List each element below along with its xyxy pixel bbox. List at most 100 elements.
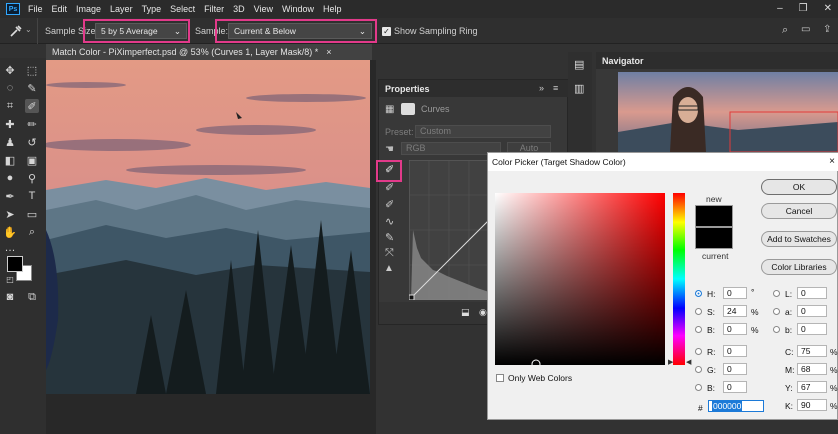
cancel-button[interactable]: Cancel [761, 203, 837, 219]
path-selection-tool-icon[interactable]: ➤ [3, 207, 17, 221]
search-icon[interactable]: ⌕ [782, 24, 788, 37]
menu-type[interactable]: Type [142, 4, 162, 14]
menu-edit[interactable]: Edit [52, 4, 68, 14]
minimize-icon[interactable]: – [777, 3, 783, 14]
document-tab[interactable]: Match Color - PiXimperfect.psd @ 53% (Cu… [46, 44, 372, 60]
panel-menu-icon[interactable]: ≡ [553, 83, 558, 93]
ok-button[interactable]: OK [761, 179, 837, 195]
target-adjust-icon[interactable]: ☚ [385, 144, 394, 155]
preset-dropdown[interactable]: Custom [415, 125, 551, 138]
blue-field[interactable]: 0 [723, 381, 747, 393]
red-field[interactable]: 0 [723, 345, 747, 357]
menu-view[interactable]: View [254, 4, 273, 14]
key-field[interactable]: 90 [797, 399, 827, 411]
move-tool-icon[interactable]: ✥ [3, 63, 17, 77]
curves-graph[interactable] [409, 160, 489, 300]
history-panel-icon[interactable]: ▤ [574, 58, 584, 71]
brightness-radio[interactable] [695, 326, 702, 333]
menu-image[interactable]: Image [76, 4, 101, 14]
menu-help[interactable]: Help [323, 4, 342, 14]
current-color-swatch[interactable] [695, 227, 733, 249]
restore-icon[interactable]: ❐ [799, 3, 808, 14]
gradient-tool-icon[interactable]: ▣ [25, 153, 39, 167]
hue-slider-right-arrow-icon[interactable]: ◀ [686, 358, 691, 366]
eraser-tool-icon[interactable]: ◧ [3, 153, 17, 167]
view-previous-icon[interactable]: ◉ [479, 307, 487, 318]
lab-b-field[interactable]: 0 [797, 323, 827, 335]
red-radio[interactable] [695, 348, 702, 355]
pencil-icon[interactable]: ✎ [385, 231, 394, 244]
highlight-eyedropper-icon[interactable]: ✐ [385, 198, 394, 211]
hue-radio[interactable] [695, 290, 702, 297]
brightness-field[interactable]: 0 [723, 323, 747, 335]
menu-select[interactable]: Select [170, 4, 195, 14]
yellow-field[interactable]: 67 [797, 381, 827, 393]
rectangle-tool-icon[interactable]: ▭ [25, 207, 39, 221]
clip-to-layer-icon[interactable]: ⬓ [461, 307, 470, 318]
add-to-swatches-button[interactable]: Add to Swatches [761, 231, 837, 247]
midtone-eyedropper-icon[interactable]: ✐ [385, 181, 394, 194]
blue-radio[interactable] [695, 384, 702, 391]
hex-field[interactable]: 000000 [708, 400, 764, 412]
lab-l-field[interactable]: 0 [797, 287, 827, 299]
menu-3d[interactable]: 3D [233, 4, 245, 14]
screen-mode-icon[interactable]: ⧉ [25, 290, 39, 304]
menu-filter[interactable]: Filter [204, 4, 224, 14]
sample-dropdown[interactable]: Current & Below ⌄ [228, 23, 372, 39]
quick-select-tool-icon[interactable]: ✎ [25, 81, 39, 95]
dodge-tool-icon[interactable]: ⚲ [25, 171, 39, 185]
menu-window[interactable]: Window [282, 4, 314, 14]
more-tools-icon[interactable]: … [3, 241, 17, 255]
marquee-tool-icon[interactable]: ⬚ [25, 63, 39, 77]
curve-edit-icon[interactable]: ∿ [385, 215, 394, 228]
info-panel-icon[interactable]: ▥ [574, 82, 584, 95]
green-field[interactable]: 0 [723, 363, 747, 375]
mask-icon[interactable] [401, 103, 415, 115]
lab-a-radio[interactable] [773, 308, 780, 315]
default-colors-icon[interactable]: ◰ [3, 272, 17, 286]
green-radio[interactable] [695, 366, 702, 373]
workspace-icon[interactable]: ▭ [801, 24, 810, 35]
properties-title[interactable]: Properties [385, 84, 430, 94]
quick-mask-icon[interactable]: ◙ [3, 290, 17, 304]
crop-tool-icon[interactable]: ⌗ [3, 99, 17, 113]
share-icon[interactable]: ⇪ [823, 24, 831, 35]
lab-a-field[interactable]: 0 [797, 305, 827, 317]
lasso-tool-icon[interactable]: ◌ [3, 81, 17, 95]
hue-field[interactable]: 0 [723, 287, 747, 299]
hue-slider[interactable] [673, 193, 685, 365]
close-dialog-icon[interactable]: × [829, 156, 835, 167]
healing-brush-tool-icon[interactable]: ✚ [3, 117, 17, 131]
foreground-color-swatch-top[interactable] [7, 256, 23, 272]
show-sampling-ring-checkbox[interactable]: ✓ [382, 27, 391, 36]
hue-slider-left-arrow-icon[interactable]: ▶ [668, 358, 673, 366]
history-brush-tool-icon[interactable]: ↺ [25, 135, 39, 149]
saturation-brightness-field[interactable] [495, 193, 665, 365]
menu-layer[interactable]: Layer [110, 4, 133, 14]
saturation-radio[interactable] [695, 308, 702, 315]
collapse-icon[interactable]: » [539, 83, 544, 93]
smooth-icon[interactable]: ⤧ [385, 247, 394, 260]
hand-tool-icon[interactable]: ✋ [3, 225, 17, 239]
eyedropper-tool-icon[interactable]: ✐ [25, 99, 39, 113]
zoom-tool-icon[interactable]: ⌕ [25, 225, 39, 239]
pen-tool-icon[interactable]: ✒ [3, 189, 17, 203]
navigator-title[interactable]: Navigator [602, 56, 644, 66]
lab-b-radio[interactable] [773, 326, 780, 333]
lab-l-radio[interactable] [773, 290, 780, 297]
clipping-warning-icon[interactable]: ▲ [384, 263, 394, 274]
close-window-icon[interactable]: ✕ [824, 3, 832, 14]
type-tool-icon[interactable]: T [25, 189, 39, 203]
cyan-field[interactable]: 75 [797, 345, 827, 357]
brush-tool-icon[interactable]: ✏ [25, 117, 39, 131]
only-web-colors-checkbox[interactable] [496, 374, 504, 382]
channel-dropdown[interactable]: RGB [401, 142, 501, 155]
saturation-field[interactable]: 24 [723, 305, 747, 317]
magenta-field[interactable]: 68 [797, 363, 827, 375]
document-canvas[interactable] [46, 60, 370, 394]
blur-tool-icon[interactable]: ● [3, 171, 17, 185]
tool-preset-chevron-icon[interactable]: ⌄ [25, 25, 32, 34]
shadow-eyedropper-icon[interactable]: ✐ [385, 163, 394, 176]
eyedropper-tool-preset-icon[interactable] [8, 24, 22, 38]
close-document-icon[interactable]: × [326, 47, 331, 57]
